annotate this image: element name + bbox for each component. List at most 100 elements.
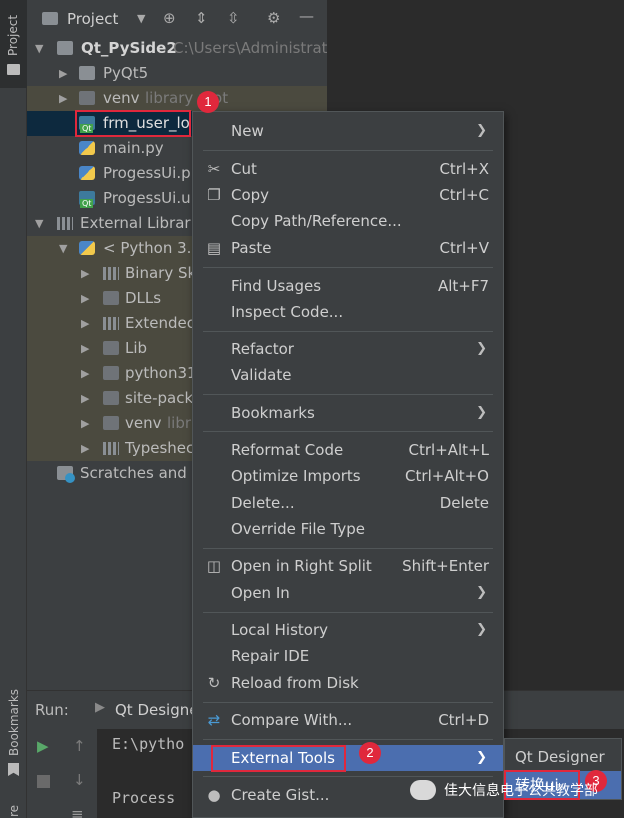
menu-item-inspect-code[interactable]: Inspect Code... <box>193 299 503 325</box>
menu-separator <box>203 702 493 703</box>
menu-label: Override File Type <box>231 520 365 538</box>
rerun-icon[interactable]: ▶ <box>37 737 49 755</box>
folder-icon <box>79 91 95 105</box>
clipboard-icon: ▤ <box>206 239 222 257</box>
chevron-right-icon[interactable]: ▶ <box>81 386 89 411</box>
menu-item-refactor[interactable]: Refactor ❯ <box>193 336 503 362</box>
annotation-box-file <box>75 110 191 137</box>
menu-item-repair-ide[interactable]: Repair IDE <box>193 643 503 669</box>
chevron-right-icon[interactable]: ▶ <box>81 336 89 361</box>
menu-item-validate[interactable]: Validate <box>193 362 503 388</box>
left-tool-stripe: Project Bookmarks re <box>0 0 27 818</box>
gear-icon[interactable]: ⚙ <box>267 9 280 27</box>
tree-label: python31 <box>125 364 197 382</box>
chevron-down-icon[interactable]: ▼ <box>35 36 43 61</box>
menu-item-local-history[interactable]: Local History ❯ <box>193 617 503 643</box>
menu-item-copy[interactable]: ❐ Copy Ctrl+C <box>193 182 503 208</box>
run-config-icon: ▶ <box>95 700 105 715</box>
menu-separator <box>203 331 493 332</box>
tree-row-project-root[interactable]: ▼ Qt_PySide2 C:\Users\Administrato <box>27 36 327 61</box>
stop-icon[interactable] <box>37 775 50 788</box>
submenu-item-qt-designer[interactable]: Qt Designer <box>505 743 621 771</box>
console-line-1: E:\pytho <box>112 735 185 753</box>
chevron-right-icon[interactable]: ▶ <box>59 86 67 111</box>
collapse-all-icon[interactable]: ⇳ <box>227 9 240 27</box>
split-icon: ◫ <box>206 557 222 575</box>
menu-label: Bookmarks <box>231 404 315 422</box>
arrow-down-icon[interactable]: ↓ <box>73 771 86 789</box>
menu-item-compare-with[interactable]: ⇄ Compare With... Ctrl+D <box>193 707 503 733</box>
chevron-down-icon[interactable]: ▼ <box>59 236 67 261</box>
minimize-icon[interactable]: — <box>299 7 314 25</box>
menu-item-paste[interactable]: ▤ Paste Ctrl+V <box>193 235 503 261</box>
menu-shortcut: Alt+F7 <box>437 277 489 295</box>
chevron-right-icon[interactable]: ▶ <box>81 361 89 386</box>
console-line-2: Process <box>112 789 176 807</box>
tree-row-venv[interactable]: ▶ venv library root <box>27 86 327 111</box>
copy-icon: ❐ <box>207 186 221 204</box>
chevron-down-icon[interactable]: ▼ <box>35 211 43 236</box>
tree-label: ProgessUi.u <box>103 189 191 207</box>
folder-icon <box>103 341 119 355</box>
chevron-right-icon[interactable]: ▶ <box>81 436 89 461</box>
project-icon <box>42 12 58 25</box>
tree-label: PyQt5 <box>103 64 149 82</box>
menu-item-cut[interactable]: ✂ Cut Ctrl+X <box>193 156 503 182</box>
chevron-right-icon[interactable]: ▶ <box>81 261 89 286</box>
menu-label: Open in Right Split <box>231 557 372 575</box>
menu-shortcut: Ctrl+Alt+L <box>408 441 490 459</box>
menu-label: Delete... <box>231 494 295 512</box>
run-gutter: ▶ ↑ ↓ ≡ <box>27 729 97 818</box>
menu-item-new[interactable]: New ❯ <box>193 118 503 144</box>
menu-item-open-right-split[interactable]: ◫ Open in Right Split Shift+Enter <box>193 553 503 579</box>
chevron-right-icon[interactable]: ▶ <box>81 411 89 436</box>
chevron-right-icon: ❯ <box>476 341 487 356</box>
reload-icon: ↻ <box>207 674 221 692</box>
expand-all-icon[interactable]: ⇕ <box>195 9 208 27</box>
arrow-up-icon[interactable]: ↑ <box>73 737 86 755</box>
menu-label: Reload from Disk <box>231 674 359 692</box>
chevron-down-icon[interactable]: ▼ <box>137 12 145 25</box>
scissors-icon: ✂ <box>207 160 221 178</box>
menu-shortcut: Ctrl+V <box>439 239 489 257</box>
bookmarks-tab[interactable]: Bookmarks <box>7 689 21 756</box>
watermark: 佳大信息电子公共教学部 <box>402 776 624 804</box>
chevron-right-icon[interactable]: ▶ <box>81 311 89 336</box>
chevron-right-icon[interactable]: ▶ <box>59 61 67 86</box>
menu-shortcut: Ctrl+Alt+O <box>405 467 489 485</box>
tree-label: site-pack <box>125 389 194 407</box>
menu-item-reformat-code[interactable]: Reformat Code Ctrl+Alt+L <box>193 437 503 463</box>
menu-separator <box>203 394 493 395</box>
locate-icon[interactable]: ⊕ <box>163 9 176 27</box>
menu-item-copy-path[interactable]: Copy Path/Reference... <box>193 208 503 234</box>
menu-item-open-in[interactable]: Open In ❯ <box>193 580 503 606</box>
folder-icon <box>103 366 119 380</box>
tree-label: Scratches and C <box>80 464 203 482</box>
chevron-right-icon[interactable]: ▶ <box>81 286 89 311</box>
run-tab[interactable]: Qt Designe <box>115 701 198 719</box>
tree-label: DLLs <box>125 289 162 307</box>
library-icon <box>103 317 119 330</box>
menu-item-optimize-imports[interactable]: Optimize Imports Ctrl+Alt+O <box>193 463 503 489</box>
menu-item-find-usages[interactable]: Find Usages Alt+F7 <box>193 273 503 299</box>
tree-row-pyqt5[interactable]: ▶ PyQt5 <box>27 61 327 86</box>
project-tool-tab[interactable]: Project <box>0 0 27 88</box>
wrap-icon[interactable]: ≡ <box>71 805 84 818</box>
menu-item-reload-from-disk[interactable]: ↻ Reload from Disk <box>193 670 503 696</box>
menu-separator <box>203 612 493 613</box>
tree-label: ProgessUi.p <box>103 164 191 182</box>
structure-tab[interactable]: re <box>7 805 21 817</box>
tree-label: main.py <box>103 139 164 157</box>
menu-item-delete[interactable]: Delete... Delete <box>193 490 503 516</box>
menu-label: Copy <box>231 186 270 204</box>
folder-icon <box>79 66 95 80</box>
menu-shortcut: Ctrl+D <box>438 711 489 729</box>
menu-label: Local History <box>231 621 329 639</box>
folder-icon <box>103 391 119 405</box>
menu-label: Open In <box>231 584 290 602</box>
menu-item-bookmarks[interactable]: Bookmarks ❯ <box>193 400 503 426</box>
menu-separator <box>203 267 493 268</box>
menu-item-override-file-type[interactable]: Override File Type <box>193 516 503 542</box>
project-title[interactable]: Project <box>67 10 118 28</box>
tree-label: venv <box>125 414 162 432</box>
